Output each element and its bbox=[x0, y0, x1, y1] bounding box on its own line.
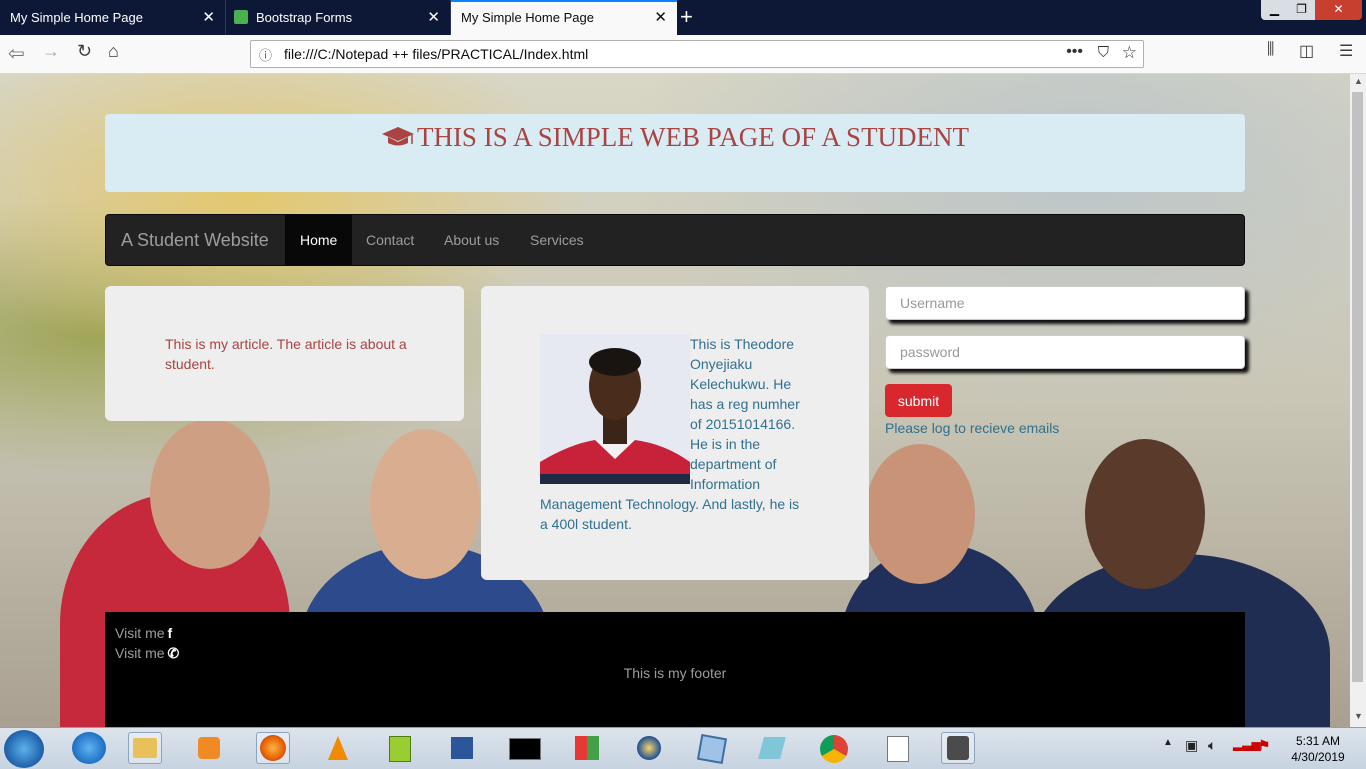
home-icon[interactable]: ⌂ bbox=[108, 41, 119, 62]
background-photo-person bbox=[150, 419, 270, 569]
email-notice: Please log to recieve emails bbox=[885, 420, 1060, 436]
article-panel: This is my article. The article is about… bbox=[105, 286, 464, 421]
close-window-button[interactable]: ✕ bbox=[1315, 0, 1362, 20]
background-photo-person bbox=[370, 429, 480, 579]
visit-label: Visit me bbox=[115, 625, 165, 641]
action-center-icon[interactable]: ⚑ bbox=[1258, 737, 1271, 754]
word-icon[interactable] bbox=[445, 732, 479, 764]
nav-link-contact[interactable]: Contact bbox=[351, 215, 429, 265]
notepad-plus-plus-icon[interactable] bbox=[382, 732, 416, 764]
navbar-brand[interactable]: A Student Website bbox=[121, 230, 269, 251]
close-tab-icon[interactable]: ✕ bbox=[427, 8, 440, 26]
username-field[interactable] bbox=[885, 286, 1245, 320]
pocket-icon[interactable]: ⛉ bbox=[1098, 44, 1109, 61]
graduation-cap-icon bbox=[381, 127, 414, 146]
browser-tab-bar: My Simple Home Page ✕ Bootstrap Forms ✕ … bbox=[0, 0, 1366, 35]
sidebar-icon[interactable]: ◫ bbox=[1299, 41, 1314, 61]
page-actions-icon[interactable]: ••• bbox=[1066, 43, 1083, 61]
media-player-icon[interactable] bbox=[192, 732, 226, 764]
snipping-tool-icon[interactable] bbox=[755, 732, 789, 764]
site-navbar: A Student Website Home Contact About us … bbox=[105, 214, 1245, 266]
sublime-text-icon[interactable] bbox=[941, 732, 975, 764]
facebook-icon[interactable]: f bbox=[168, 625, 173, 641]
footer-text: This is my footer bbox=[623, 665, 727, 681]
scrollbar-thumb[interactable] bbox=[1352, 92, 1363, 682]
tab-my-simple-home-page-active[interactable]: My Simple Home Page ✕ bbox=[451, 0, 677, 35]
media-center-icon[interactable] bbox=[631, 732, 665, 764]
tab-title: My Simple Home Page bbox=[10, 10, 143, 25]
network-signal-icon[interactable]: ▂▃▅ bbox=[1233, 737, 1261, 751]
whatsapp-icon[interactable]: ✆ bbox=[168, 645, 180, 661]
article-text: This is my article. The article is about… bbox=[165, 336, 407, 372]
library-icon[interactable]: ⫼ bbox=[1267, 41, 1274, 59]
file-explorer-icon[interactable] bbox=[128, 732, 162, 764]
back-icon[interactable]: ⇦ bbox=[8, 41, 25, 66]
new-tab-icon[interactable]: + bbox=[680, 4, 693, 30]
tab-bootstrap-forms[interactable]: Bootstrap Forms ✕ bbox=[226, 0, 451, 35]
password-field[interactable] bbox=[885, 335, 1245, 369]
show-hidden-icons-icon[interactable]: ▲ bbox=[1163, 737, 1173, 748]
visit-whatsapp-link[interactable]: Visit me ✆ bbox=[115, 645, 179, 662]
bookmark-star-icon[interactable]: ☆ bbox=[1122, 43, 1137, 63]
clock-time: 5:31 AM bbox=[1295, 734, 1341, 748]
forward-icon[interactable]: → bbox=[42, 41, 60, 62]
profile-text-block: This is Theodore Onyejiaku Kelechukwu. H… bbox=[540, 334, 810, 534]
visit-facebook-link[interactable]: Visit me f bbox=[115, 625, 172, 641]
menu-icon[interactable]: ☰ bbox=[1339, 41, 1353, 61]
url-text[interactable]: file:///C:/Notepad ++ files/PRACTICAL/In… bbox=[284, 46, 588, 62]
windows-app-icon[interactable] bbox=[569, 732, 603, 764]
visit-label: Visit me bbox=[115, 645, 165, 661]
submit-button[interactable]: submit bbox=[885, 384, 952, 417]
minimize-window-button[interactable]: ▁ bbox=[1261, 0, 1288, 20]
page-title: THIS IS A SIMPLE WEB PAGE OF A STUDENT bbox=[105, 122, 1245, 153]
command-prompt-icon[interactable] bbox=[507, 732, 541, 764]
browser-toolbar: ⇦ → ↻ ⌂ ⓘ file:///C:/Notepad ++ files/PR… bbox=[0, 35, 1366, 74]
username-input[interactable] bbox=[898, 294, 1232, 312]
nav-link-home[interactable]: Home bbox=[285, 215, 353, 265]
scroll-up-icon[interactable]: ▲ bbox=[1354, 76, 1363, 86]
system-clock[interactable]: 5:31 AM 4/30/2019 bbox=[1283, 733, 1353, 765]
page-scrollbar[interactable]: ▲ ▼ bbox=[1350, 74, 1366, 727]
clock-date: 4/30/2019 bbox=[1291, 750, 1345, 764]
firefox-icon[interactable] bbox=[256, 732, 290, 764]
internet-explorer-icon[interactable] bbox=[72, 732, 106, 764]
page-viewport: THIS IS A SIMPLE WEB PAGE OF A STUDENT A… bbox=[0, 74, 1350, 727]
student-portrait-image bbox=[540, 334, 690, 484]
password-input[interactable] bbox=[898, 343, 1232, 361]
device-tray-icon[interactable]: ▣ bbox=[1185, 737, 1198, 754]
profile-panel: This is Theodore Onyejiaku Kelechukwu. H… bbox=[481, 286, 869, 580]
maximize-window-button[interactable]: ❐ bbox=[1288, 0, 1315, 20]
page-title-text: THIS IS A SIMPLE WEB PAGE OF A STUDENT bbox=[416, 122, 970, 152]
page-footer: Visit me f Visit me ✆ This is my footer bbox=[105, 612, 1245, 727]
student-photo bbox=[540, 334, 690, 484]
address-bar[interactable]: ⓘ file:///C:/Notepad ++ files/PRACTICAL/… bbox=[250, 40, 1144, 68]
virtualbox-icon[interactable] bbox=[693, 732, 728, 765]
nav-link-about-us[interactable]: About us bbox=[429, 215, 514, 265]
info-icon[interactable]: ⓘ bbox=[259, 45, 272, 64]
nav-link-services[interactable]: Services bbox=[515, 215, 599, 265]
tab-title: Bootstrap Forms bbox=[256, 10, 353, 25]
site-favicon-icon bbox=[234, 10, 248, 24]
scroll-down-icon[interactable]: ▼ bbox=[1354, 711, 1363, 721]
text-editor-icon[interactable] bbox=[879, 732, 913, 764]
volume-icon[interactable]: 🔈︎ bbox=[1208, 737, 1216, 754]
jumbotron-header: THIS IS A SIMPLE WEB PAGE OF A STUDENT bbox=[105, 114, 1245, 192]
windows-taskbar: ▲ ▣ 🔈︎ ▂▃▅ ⚑ 5:31 AM 4/30/2019 bbox=[0, 727, 1366, 769]
close-tab-icon[interactable]: ✕ bbox=[202, 8, 215, 26]
background-photo-person bbox=[865, 444, 975, 584]
close-tab-icon[interactable]: ✕ bbox=[654, 8, 667, 26]
reload-icon[interactable]: ↻ bbox=[77, 41, 92, 62]
start-button[interactable] bbox=[4, 730, 44, 768]
vlc-icon[interactable] bbox=[320, 732, 354, 764]
background-photo-person bbox=[1085, 439, 1205, 589]
tab-my-simple-home-page-1[interactable]: My Simple Home Page ✕ bbox=[0, 0, 226, 35]
tab-title: My Simple Home Page bbox=[461, 10, 594, 25]
chrome-icon[interactable] bbox=[817, 732, 851, 764]
